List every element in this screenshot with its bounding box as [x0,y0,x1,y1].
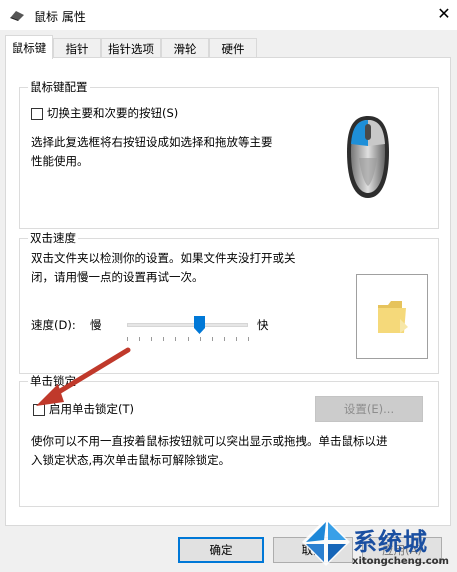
speed-slider-track[interactable] [127,323,248,327]
button-config-description-1: 选择此复选框将右按钮设成如选择和拖放等主要 [31,135,273,149]
tab-pointer-options[interactable]: 指针选项 [101,38,161,58]
switch-buttons-label[interactable]: 切换主要和次要的按钮(S) [47,104,178,123]
mouse-icon [347,116,389,198]
window-title: 鼠标 属性 [34,10,86,24]
slider-tick [200,337,201,341]
title-bar: 鼠标 属性 ✕ [0,0,457,30]
button-config-title: 鼠标键配置 [28,80,90,94]
ok-button[interactable]: 确定 [178,537,264,563]
tab-hardware[interactable]: 硬件 [209,38,257,58]
tab-pointers[interactable]: 指针 [53,38,101,58]
mouse-title-icon [10,11,24,21]
watermark-text: 系统城 [353,528,428,556]
click-lock-description-2: 入锁定状态,再次单击鼠标可解除锁定。 [31,453,231,467]
slider-tick [139,337,140,341]
slider-tick [188,337,189,341]
click-lock-description-1: 使你可以不用一直按着鼠标按钮就可以突出显示或拖拽。单击鼠标以进 [31,434,388,448]
tab-wheel[interactable]: 滑轮 [161,38,209,58]
fast-label: 快 [257,318,269,332]
close-icon[interactable]: ✕ [435,5,453,23]
slider-tick [224,337,225,341]
slider-tick [127,337,128,341]
slider-tick [212,337,213,341]
double-click-title: 双击速度 [28,231,78,245]
slider-tick [236,337,237,341]
speed-label: 速度(D): [31,318,76,332]
button-config-group: 鼠标键配置 切换主要和次要的按钮(S) 选择此复选框将右按钮设成如选择和拖放等主… [19,80,439,229]
watermark-url: xitongcheng.com [352,556,449,567]
double-click-description-1: 双击文件夹以检测你的设置。如果文件夹没打开或关 [31,251,296,265]
button-config-description-2: 性能使用。 [31,154,89,168]
tab-buttons[interactable]: 鼠标键 [5,35,53,59]
double-click-description-2: 闭，请用慢一点的设置再试一次。 [31,270,204,284]
slider-tick [163,337,164,341]
slider-tick [175,337,176,341]
watermark-logo-icon [302,518,350,566]
tab-panel: 鼠标键配置 切换主要和次要的按钮(S) 选择此复选框将右按钮设成如选择和拖放等主… [5,57,451,526]
slow-label: 慢 [90,318,102,332]
click-lock-settings-button[interactable]: 设置(E)... [315,396,423,422]
annotation-arrow [36,347,131,406]
folder-icon[interactable] [376,299,408,335]
slider-tick [248,337,249,341]
speed-slider-thumb[interactable] [194,316,206,334]
switch-buttons-checkbox[interactable] [31,108,43,120]
double-click-test-area[interactable] [356,274,428,359]
slider-tick [151,337,152,341]
